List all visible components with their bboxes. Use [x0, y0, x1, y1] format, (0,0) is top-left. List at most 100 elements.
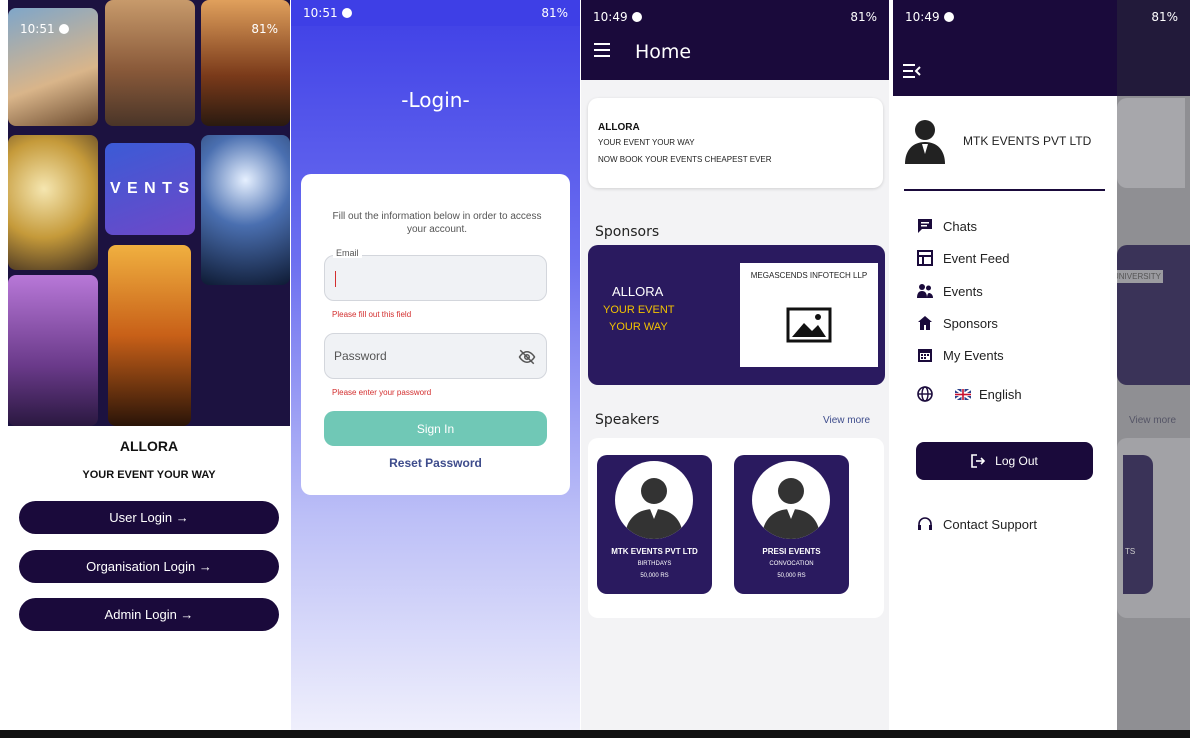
login-title: -Login- — [401, 88, 470, 112]
logout-icon — [971, 454, 986, 468]
intro-card: ALLORA YOUR EVENT YOUR WAY NOW BOOK YOUR… — [588, 98, 883, 188]
admin-login-button[interactable]: Admin Login → — [19, 598, 279, 631]
flag-icon — [955, 388, 971, 400]
status-time: 10:51 — [20, 22, 55, 36]
menu-item-chats[interactable]: Chats — [917, 218, 977, 234]
intro-line1: YOUR EVENT YOUR WAY — [598, 138, 695, 147]
photo-tile — [8, 275, 98, 426]
intro-brand: ALLORA — [598, 122, 640, 133]
speaker-name: MTK EVENTS PVT LTD — [611, 547, 698, 556]
sponsors-heading: Sponsors — [595, 224, 660, 240]
system-nav-bar — [0, 730, 1190, 738]
status-time: 10:49 — [905, 10, 940, 24]
sponsor-card[interactable]: ALLORA YOUR EVENT YOUR WAY MEGASCENDS IN… — [588, 245, 885, 385]
login-screen: 10:51 81% -Login- Fill out the informati… — [291, 0, 580, 738]
calendar-icon — [918, 349, 932, 362]
notification-dot-icon — [631, 12, 642, 22]
speaker-category: BIRTHDAYS — [637, 561, 672, 567]
speaker-name: PRESI EVENTS — [762, 547, 821, 556]
log-out-button[interactable]: Log Out — [916, 442, 1093, 480]
menu-item-my-events[interactable]: My Events — [917, 347, 1004, 363]
menu-label: Sponsors — [943, 315, 998, 331]
speakers-heading: Speakers — [595, 412, 660, 428]
photo-tile — [108, 245, 191, 426]
notification-dot-icon — [341, 8, 352, 18]
status-battery: 81% — [251, 22, 278, 36]
text-cursor — [335, 271, 336, 287]
menu-label: Event Feed — [943, 250, 1010, 266]
organisation-login-button[interactable]: Organisation Login → — [19, 550, 279, 583]
language-selector[interactable]: English — [917, 386, 1022, 402]
app-tagline: YOUR EVENT YOUR WAY — [82, 469, 216, 481]
eye-off-icon[interactable] — [518, 348, 536, 366]
sponsors-icon — [918, 316, 932, 330]
person-icon — [625, 478, 683, 539]
status-bar: 10:51 81% — [8, 16, 290, 42]
photo-tile — [8, 135, 98, 270]
person-icon — [762, 478, 820, 539]
landing-screen: V E N T S ALLORA YOUR EVENT YOUR WAY Use… — [8, 0, 290, 738]
status-battery: 81% — [541, 6, 568, 20]
drawer-close-icon[interactable] — [903, 64, 921, 78]
status-battery: 81% — [850, 10, 877, 24]
status-bar: 10:49 81% — [893, 4, 1190, 30]
app-brand: ALLORA — [119, 438, 179, 454]
user-login-button[interactable]: User Login → — [19, 501, 279, 534]
sign-in-button[interactable]: Sign In — [324, 411, 547, 446]
menu-item-event-feed[interactable]: Event Feed — [917, 250, 1010, 266]
speaker-price: 50,000 RS — [777, 573, 806, 579]
language-label: English — [979, 386, 1022, 402]
intro-line2: NOW BOOK YOUR EVENTS CHEAPEST EVER — [598, 155, 772, 164]
speaker-card[interactable]: PRESI EVENTS CONVOCATION 50,000 RS — [734, 455, 849, 594]
drawer-screen: UNIVERSITY View more TS 10:49 81% MTK EV… — [893, 0, 1190, 738]
reset-password-link[interactable]: Reset Password — [301, 456, 570, 470]
home-screen: 10:49 81% Home ALLORA YOUR EVENT YOUR WA… — [581, 0, 889, 738]
profile-name: MTK EVENTS PVT LTD — [963, 134, 1092, 148]
drawer-header: 10:49 81% — [893, 0, 1178, 96]
image-placeholder-icon — [786, 307, 832, 343]
behind-partial: TS — [1125, 547, 1136, 556]
menu-item-events[interactable]: Events — [917, 283, 983, 299]
speakers-panel: MTK EVENTS PVT LTD BIRTHDAYS 50,000 RS P… — [588, 438, 884, 618]
behind-view-more: View more — [1129, 415, 1177, 426]
menu-item-sponsors[interactable]: Sponsors — [917, 315, 998, 331]
view-more-link[interactable]: View more — [823, 415, 870, 426]
tile-vents-text: V E N T S — [109, 180, 191, 197]
email-field[interactable]: Email — [324, 248, 547, 301]
notification-dot-icon — [943, 12, 954, 22]
avatar — [615, 461, 693, 539]
password-field[interactable]: Password — [324, 333, 547, 379]
speaker-card[interactable]: MTK EVENTS PVT LTD BIRTHDAYS 50,000 RS — [597, 455, 712, 594]
chat-icon — [918, 219, 932, 233]
home-header: 10:49 81% Home — [581, 0, 889, 80]
globe-icon — [917, 386, 933, 402]
email-error: Please fill out this field — [332, 310, 412, 319]
behind-content: UNIVERSITY View more TS — [1111, 0, 1190, 738]
support-icon — [918, 517, 932, 530]
menu-label: Chats — [943, 218, 977, 234]
status-bar: 10:49 81% — [581, 4, 889, 30]
page-title: Home — [635, 41, 692, 63]
status-time: 10:49 — [593, 10, 628, 24]
sponsor-tag2: YOUR WAY — [609, 321, 668, 333]
partner-name: MEGASCENDS INFOTECH LLP — [750, 271, 868, 280]
hamburger-icon[interactable] — [594, 43, 610, 57]
login-hint: Fill out the information below in order … — [332, 211, 542, 235]
event-photo-collage: V E N T S — [8, 0, 290, 426]
status-bar: 10:51 81% — [291, 0, 580, 26]
photo-tile — [201, 135, 290, 285]
person-icon — [905, 120, 945, 164]
password-error: Please enter your password — [332, 388, 432, 397]
navigation-drawer: MTK EVENTS PVT LTD Chats Event Feed Even… — [893, 96, 1117, 738]
contact-label: Contact Support — [943, 516, 1037, 532]
email-label: Email — [333, 248, 362, 258]
login-card: Fill out the information below in order … — [301, 174, 570, 495]
sponsor-tag1: YOUR EVENT — [603, 304, 675, 316]
behind-university: UNIVERSITY — [1111, 270, 1164, 283]
photo-tile: V E N T S — [105, 143, 195, 235]
log-out-label: Log Out — [995, 454, 1038, 468]
sponsor-brand: ALLORA — [612, 284, 664, 299]
avatar — [752, 461, 830, 539]
contact-support-link[interactable]: Contact Support — [917, 516, 1037, 532]
speaker-price: 50,000 RS — [640, 573, 669, 579]
